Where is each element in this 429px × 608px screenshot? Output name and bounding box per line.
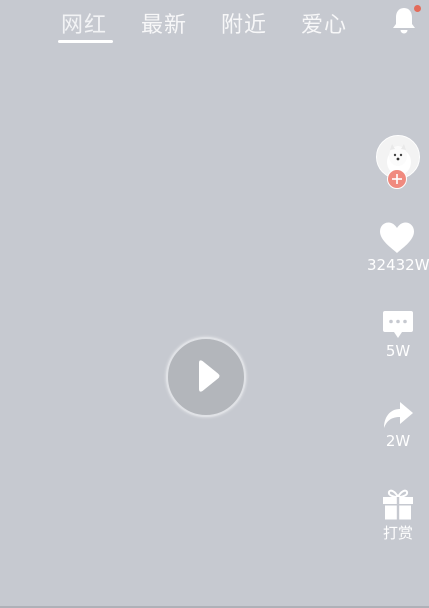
top-tabs: 网红 最新 附近 爱心	[0, 3, 429, 49]
play-icon	[199, 360, 220, 392]
tab-nearby[interactable]: 附近	[221, 7, 267, 39]
plus-icon[interactable]	[387, 169, 407, 189]
gift-label: 打赏	[382, 524, 413, 542]
notification-badge	[414, 5, 421, 12]
like-count: 32432W	[367, 256, 429, 274]
tab-charity[interactable]: 爱心	[301, 7, 347, 39]
tab-latest[interactable]: 最新	[141, 7, 187, 39]
play-button[interactable]	[166, 337, 246, 417]
comment-count: 5W	[385, 342, 411, 360]
comment-button[interactable]: 5W	[368, 309, 428, 360]
like-button[interactable]: 32432W	[367, 221, 429, 274]
author-avatar-button[interactable]	[376, 135, 420, 189]
share-button[interactable]: 2W	[368, 399, 428, 450]
tab-hot[interactable]: 网红	[61, 7, 107, 39]
bell-icon[interactable]	[389, 5, 423, 37]
active-tab-indicator	[58, 40, 113, 43]
gift-icon	[383, 489, 413, 520]
comment-icon	[383, 311, 413, 338]
heart-icon	[380, 222, 414, 253]
share-icon	[384, 402, 413, 428]
share-count: 2W	[385, 432, 411, 450]
gift-button[interactable]: 打赏	[368, 488, 428, 543]
